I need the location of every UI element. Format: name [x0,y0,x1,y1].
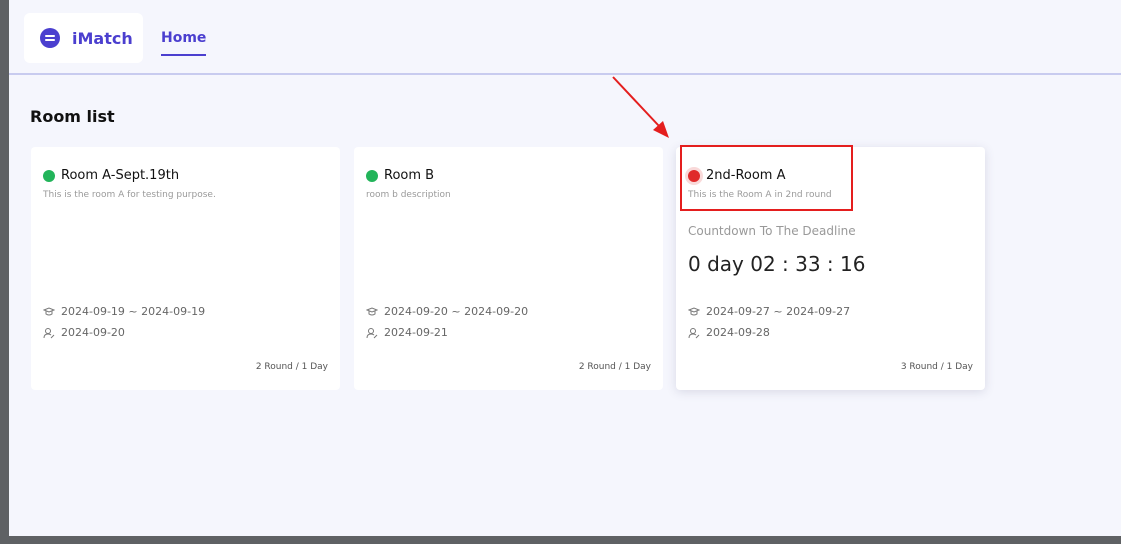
annotation-arrow-icon [612,76,669,138]
app-window: iMatch Home Room list Room A-Sept.19th T… [9,0,1121,536]
